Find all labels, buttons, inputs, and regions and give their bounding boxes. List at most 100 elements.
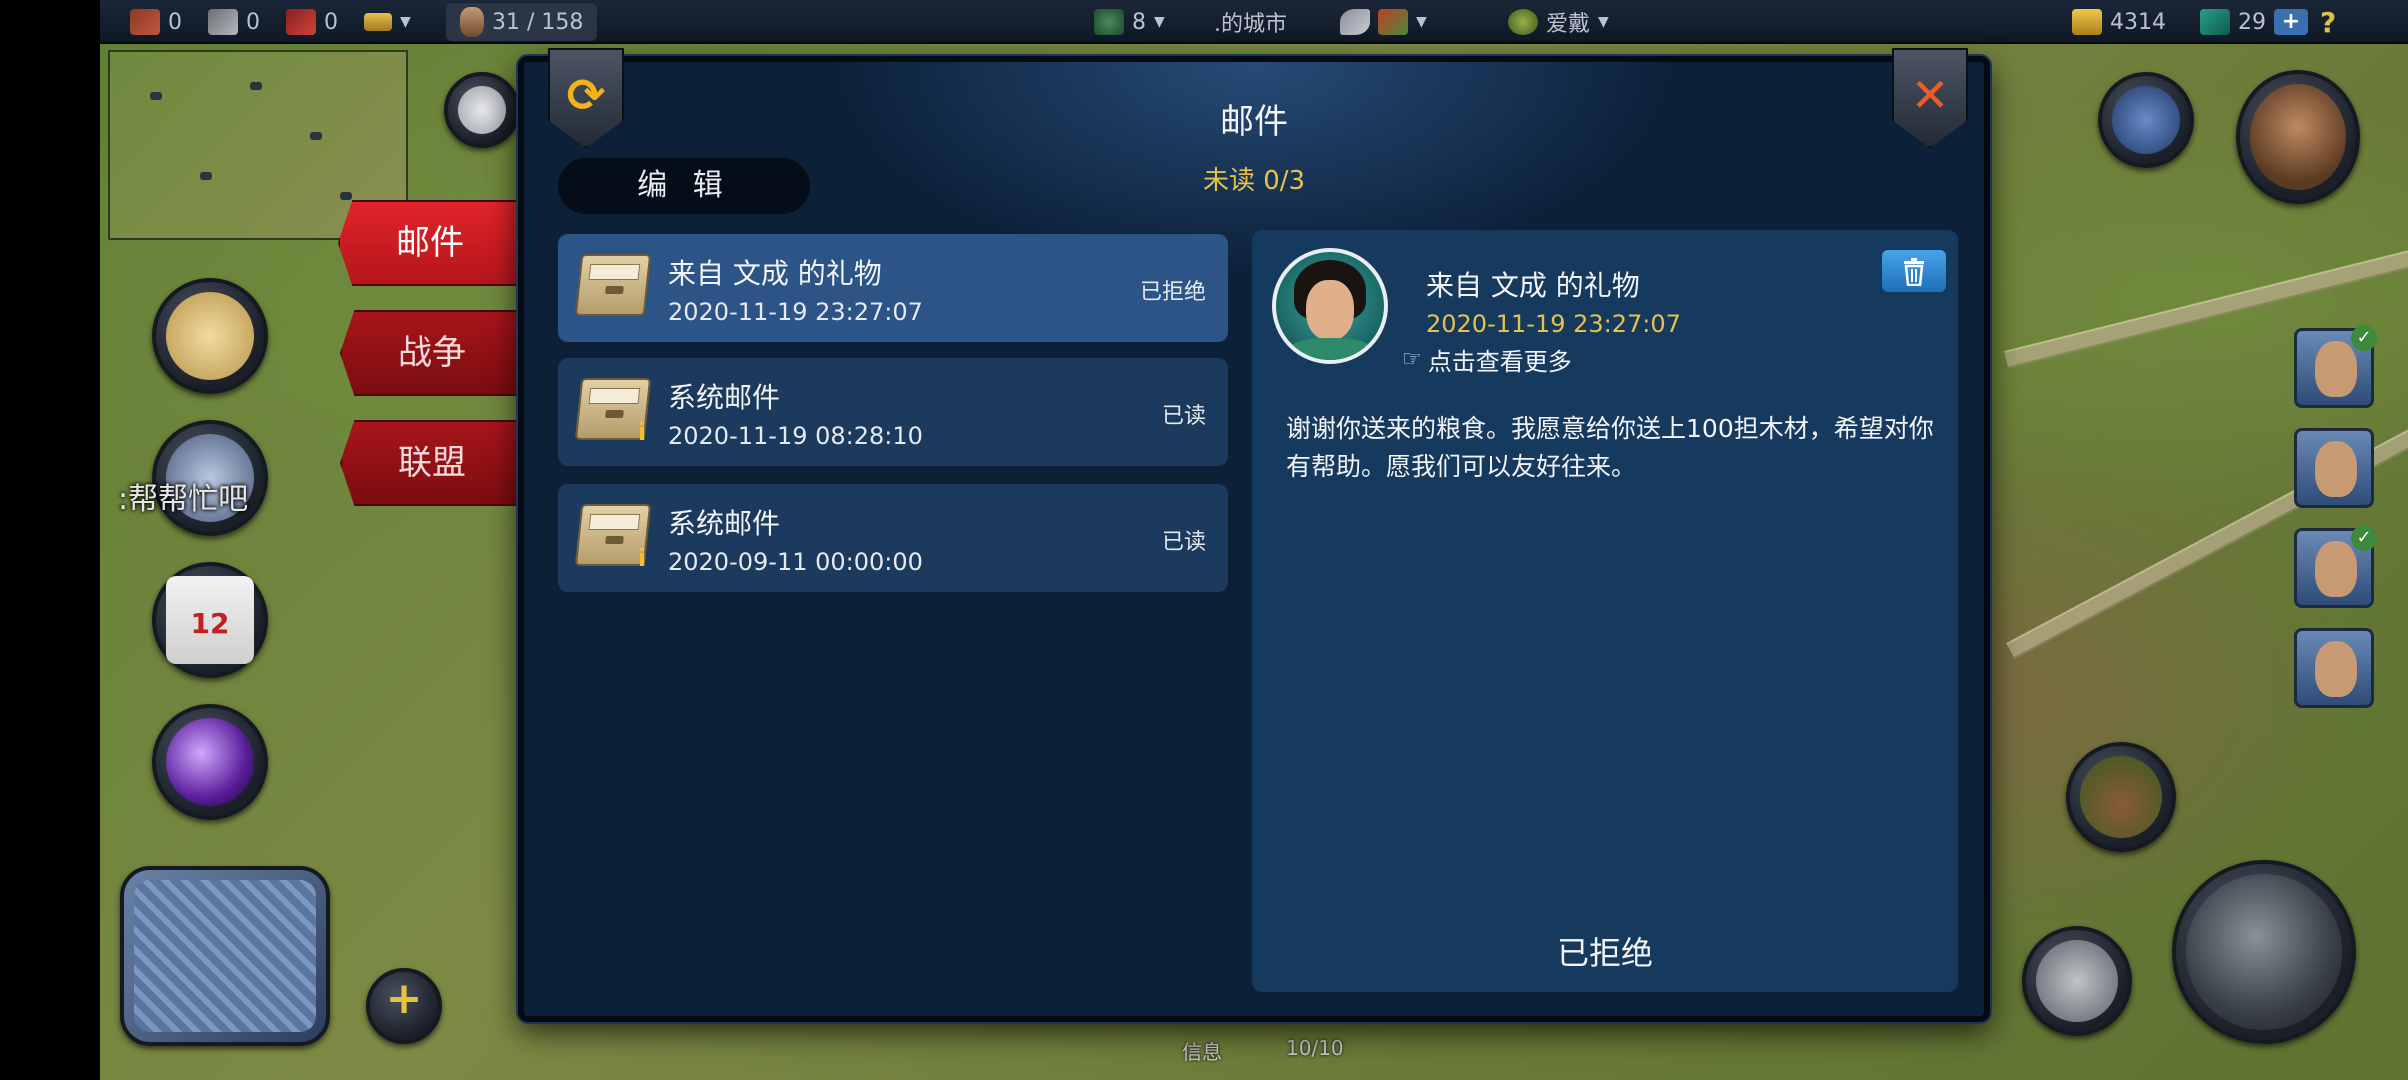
population-count: 31 / 158 xyxy=(492,9,584,35)
tab-alliance[interactable]: 联盟 xyxy=(340,420,520,506)
herb-icon xyxy=(1094,9,1124,35)
herb-dropdown[interactable]: 8 ▼ xyxy=(1094,0,1165,44)
city-name-display[interactable]: .的城市 xyxy=(1214,0,1287,44)
build-button[interactable] xyxy=(2172,860,2356,1044)
brick-count: 0 xyxy=(324,9,338,35)
minimap-marker xyxy=(200,172,212,180)
brick-resource[interactable]: 0 xyxy=(286,0,338,44)
mail-result-status: 已拒绝 xyxy=(1556,934,1653,972)
population-icon xyxy=(460,7,484,37)
stone-resource[interactable]: 0 xyxy=(208,0,260,44)
info-icon: i xyxy=(638,544,647,572)
ruler-name: 爱戴 xyxy=(1546,12,1591,37)
chevron-down-icon: ▼ xyxy=(1154,14,1165,30)
help-button[interactable]: ? xyxy=(2320,0,2336,44)
plus-icon: + xyxy=(385,973,423,1024)
stone-icon xyxy=(208,9,238,35)
mail-title: 系统邮件 xyxy=(668,507,781,540)
mail-date: 2020-09-11 00:00:00 xyxy=(668,548,923,576)
quest-button[interactable] xyxy=(152,278,268,394)
feather-icon xyxy=(1340,9,1370,35)
edit-button[interactable]: 编 辑 xyxy=(558,158,810,214)
advisor-portrait[interactable]: ✓ xyxy=(2294,525,2377,608)
gourd-icon xyxy=(2080,756,2162,838)
minimap-marker xyxy=(340,192,352,200)
tab-alliance-label: 联盟 xyxy=(398,443,466,483)
avatar-face xyxy=(1306,280,1354,340)
culture-dropdown[interactable]: ▼ xyxy=(1340,0,1427,44)
info-icon: i xyxy=(638,418,647,446)
leader-portrait[interactable] xyxy=(2236,70,2360,204)
gold-display[interactable]: 4314 xyxy=(2072,0,2166,44)
population-display[interactable]: 31 / 158 xyxy=(446,3,598,41)
mail-title: 系统邮件 xyxy=(668,381,781,414)
buy-gems-button[interactable]: + xyxy=(2274,9,2308,35)
laurel-icon xyxy=(1508,9,1538,35)
tab-war[interactable]: 战争 xyxy=(340,310,520,396)
view-more-label: 点击查看更多 xyxy=(1427,348,1572,376)
empire-button[interactable] xyxy=(2098,72,2194,168)
mail-list-item[interactable]: i 系统邮件 2020-11-19 08:28:10 已读 xyxy=(558,358,1228,466)
minimap-marker xyxy=(250,82,262,90)
shovel-icon xyxy=(2036,940,2118,1022)
gems-display[interactable]: 29 + xyxy=(2200,0,2308,44)
close-icon: ✕ xyxy=(1910,68,1950,122)
detail-title: 来自 文成 的礼物 xyxy=(1426,269,1640,302)
mail-list-item[interactable]: i 系统邮件 2020-09-11 00:00:00 已读 xyxy=(558,484,1228,592)
mail-detail-pane: 来自 文成 的礼物 2020-11-19 23:27:07 ☞ 点击查看更多 谢… xyxy=(1252,230,1958,992)
scroll-icon xyxy=(166,292,254,380)
minimap-marker xyxy=(310,132,322,140)
calendar-button[interactable]: 12 xyxy=(152,562,268,678)
gold-bars-dropdown[interactable]: ▼ xyxy=(364,0,411,44)
mail-status: 已拒绝 xyxy=(1139,280,1206,305)
advisor-face xyxy=(2315,341,2357,397)
hammer-icon xyxy=(2186,874,2342,1030)
chevron-down-icon: ▼ xyxy=(400,14,411,30)
wood-icon xyxy=(130,9,160,35)
mail-date: 2020-11-19 23:27:07 xyxy=(668,298,923,326)
help-request-label: :帮帮忙吧 xyxy=(118,482,249,517)
ruler-dropdown[interactable]: 爱戴 ▼ xyxy=(1508,0,1609,44)
mail-date: 2020-11-19 08:28:10 xyxy=(668,422,923,450)
resource-bar: 0 0 0 ▼ 31 / 158 8 ▼ .的城市 ▼ 爱戴 ▼ 4314 29 xyxy=(100,0,2408,44)
add-button[interactable]: + xyxy=(366,968,442,1044)
blueprint-button[interactable] xyxy=(120,866,330,1046)
check-icon: ✓ xyxy=(2351,525,2377,551)
advisor-portrait[interactable]: ✓ xyxy=(2294,325,2377,408)
avatar-dress xyxy=(1286,338,1376,360)
capacity-label: 10/10 xyxy=(1286,1036,1344,1060)
magic-orb-button[interactable] xyxy=(152,704,268,820)
tab-war-label: 战争 xyxy=(398,333,466,373)
info-label: 信息 xyxy=(1182,1040,1222,1064)
advisor-portrait[interactable] xyxy=(2294,628,2374,708)
mail-title: 来自 文成 的礼物 xyxy=(668,257,882,290)
mail-list-item[interactable]: 来自 文成 的礼物 2020-11-19 23:27:07 已拒绝 xyxy=(558,234,1228,342)
dig-button[interactable] xyxy=(2022,926,2132,1036)
tab-mail-label: 邮件 xyxy=(396,223,464,263)
tab-mail[interactable]: 邮件 xyxy=(338,200,518,286)
advisor-portrait[interactable] xyxy=(2294,428,2374,508)
help-icon: ? xyxy=(2320,5,2337,39)
crown-icon xyxy=(2112,86,2180,154)
minimap-marker xyxy=(150,92,162,100)
blueprint-icon xyxy=(134,880,316,1032)
wood-resource[interactable]: 0 xyxy=(130,0,182,44)
gold-count: 4314 xyxy=(2110,9,2166,35)
mail-body: 谢谢你送来的粮食。我愿意给你送上100担木材，希望对你有帮助。愿我们可以友好往来… xyxy=(1286,414,1934,481)
advisor-face xyxy=(2315,641,2357,697)
refresh-icon: ⟳ xyxy=(566,68,606,122)
advisor-face xyxy=(2315,441,2357,497)
torch-icon xyxy=(1378,9,1408,35)
chat-button[interactable] xyxy=(444,72,520,148)
trash-icon xyxy=(1904,258,1924,286)
chevron-down-icon: ▼ xyxy=(1416,14,1427,30)
leader-icon xyxy=(2250,84,2346,190)
mail-status: 已读 xyxy=(1161,530,1206,555)
chat-icon xyxy=(458,86,506,134)
check-icon: ✓ xyxy=(2351,325,2377,351)
city-name: .的城市 xyxy=(1214,12,1287,37)
sender-avatar[interactable] xyxy=(1272,248,1388,364)
view-more-link[interactable]: ☞ 点击查看更多 xyxy=(1402,342,1572,377)
resource-gather-button[interactable] xyxy=(2066,742,2176,852)
delete-button[interactable] xyxy=(1880,248,1948,294)
